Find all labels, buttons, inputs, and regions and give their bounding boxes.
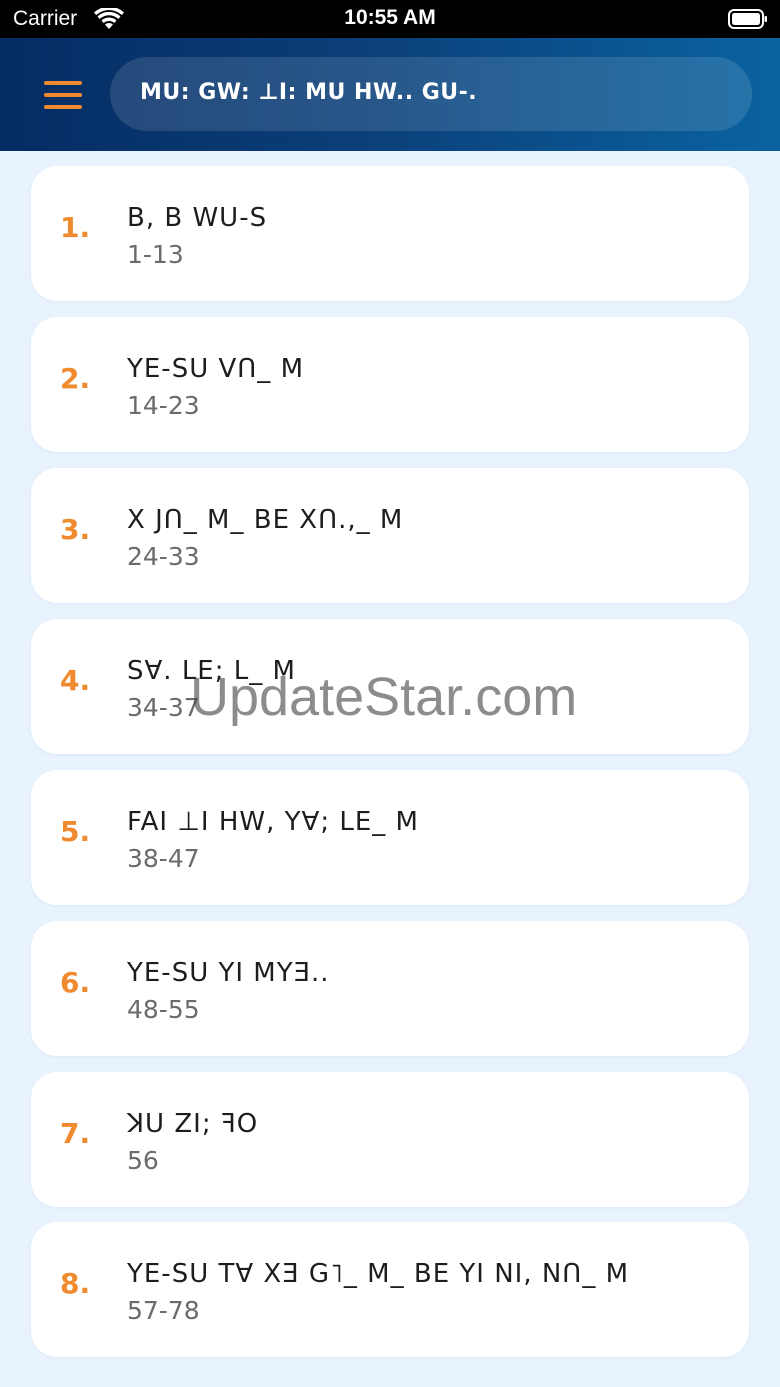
list-item[interactable]: 2. YE-SU VՈ_ M 14-23 [31, 317, 749, 452]
item-number: 3. [60, 513, 91, 546]
list-item[interactable]: 4. S∀. LE; L_ M 34-37 [31, 619, 749, 754]
item-range: 1-13 [127, 240, 184, 269]
item-number: 7. [60, 1117, 91, 1150]
item-range: 57-78 [127, 1296, 200, 1325]
item-range: 14-23 [127, 391, 200, 420]
item-range: 56 [127, 1146, 159, 1175]
item-number: 6. [60, 966, 91, 999]
item-number: 8. [60, 1267, 91, 1300]
item-number: 2. [60, 362, 91, 395]
item-number: 4. [60, 664, 91, 697]
app-header: MU: GW: ⊥I: MU HW.. GU-. [0, 38, 780, 151]
hamburger-menu-icon[interactable] [36, 76, 88, 116]
item-range: 48-55 [127, 995, 200, 1024]
list-item[interactable]: 3. X JՈ_ M_ BE XՈ.,_ M 24-33 [31, 468, 749, 603]
list-item[interactable]: 5. FAI ⊥I HW, Y∀; LE_ M 38-47 [31, 770, 749, 905]
list-item[interactable]: 1. B, B WU-S 1-13 [31, 166, 749, 301]
item-title: B, B WU-S [127, 203, 268, 233]
item-title: YE-SU YI MYƎ.. [127, 958, 330, 988]
item-title: ꓘU ZI; ꟻO [127, 1109, 259, 1139]
item-title: YE-SU VՈ_ M [127, 354, 305, 384]
list-item[interactable]: 8. YE-SU T∀ XƎ G˥_ M_ BE YI NI, NՈ_ M 57… [31, 1222, 749, 1357]
status-bar: Carrier 10:55 AM [0, 0, 780, 38]
item-title: S∀. LE; L_ M [127, 656, 296, 686]
battery-icon [728, 9, 767, 29]
clock: 10:55 AM [344, 6, 436, 29]
item-title: X JՈ_ M_ BE XՈ.,_ M [127, 505, 404, 535]
item-number: 1. [60, 211, 91, 244]
item-range: 38-47 [127, 844, 200, 873]
list-item[interactable]: 7. ꓘU ZI; ꟻO 56 [31, 1072, 749, 1207]
title-pill: MU: GW: ⊥I: MU HW.. GU-. [110, 57, 752, 131]
item-title: FAI ⊥I HW, Y∀; LE_ M [127, 807, 419, 837]
item-title: YE-SU T∀ XƎ G˥_ M_ BE YI NI, NՈ_ M [127, 1259, 630, 1289]
item-range: 24-33 [127, 542, 200, 571]
item-number: 5. [60, 815, 91, 848]
item-range: 34-37 [127, 693, 200, 722]
list-item[interactable]: 6. YE-SU YI MYƎ.. 48-55 [31, 921, 749, 1056]
page-title: MU: GW: ⊥I: MU HW.. GU-. [140, 80, 478, 105]
